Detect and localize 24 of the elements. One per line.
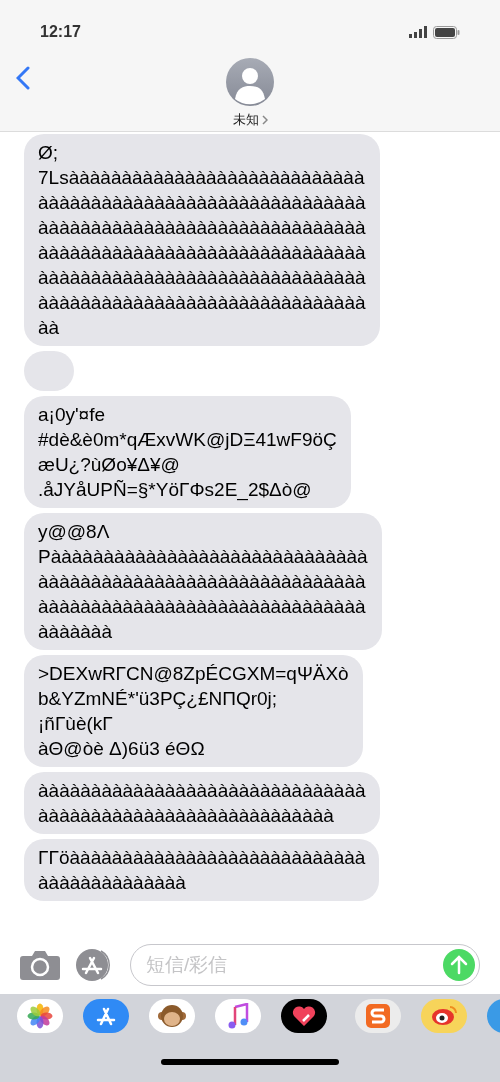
- message-bubble: a¡0y'¤fe #dè&è0m*qÆxvWK@jDΞ41wF9öÇ æU¿?ùØo¥Δ¥@ .åJYåUPÑ=§*YöΓΦs2E_2$Δò@: [24, 396, 351, 508]
- placeholder-text: 短信/彩信: [146, 952, 228, 977]
- status-time: 12:17: [40, 22, 81, 42]
- contact-name[interactable]: 未知: [232, 110, 268, 130]
- monkey-icon[interactable]: [149, 999, 195, 1033]
- message-bubble: >DEXwRΓCN@8ZpÉCGXM=qΨÄXò b&YZmNÉ*'ü3PÇ¿£NΠQr0j; ¡ñΓùè(kΓ àΘ@òè Δ)6ü3 éΘΩ: [24, 655, 363, 767]
- send-icon[interactable]: [443, 949, 475, 981]
- message-bubble: y@@8Λ Pàààààààààààààààààààààààààààààà ààààààààààààààààààààààààààààààà ààààààààààààààààààààààààààààààà ààààààà: [24, 513, 382, 650]
- app-store-icon[interactable]: [83, 999, 129, 1033]
- message-bubble: Ø; 7Lsàààààààààààààààààààààààààààà ààààààààààààààààààààààààààààààà ààààààààààààààààààààààààààààààà ààààààààààààààààààààààààààààààà ààààààààààààààààààààààààààààààà ààààààààààààààààààààààààààààààà àà: [24, 134, 380, 346]
- avatar-icon[interactable]: [226, 58, 274, 106]
- message-bubble: ààààààààààààààààààààààààààààààà àààààààààààààààààààààààààààà: [24, 772, 380, 834]
- squiggle-icon[interactable]: [355, 999, 401, 1033]
- photos-icon[interactable]: [17, 999, 63, 1033]
- signal-icon: [409, 26, 427, 38]
- battery-icon: [433, 25, 460, 39]
- empty-message-bubble: [24, 351, 74, 391]
- chevron-icon: [261, 114, 268, 125]
- music-note-icon[interactable]: [215, 999, 261, 1033]
- heart-icon[interactable]: [281, 999, 327, 1033]
- message-bubble: ΓΓöàààààààààààààààààààààààààààà àààààààààààààà: [24, 839, 380, 901]
- eye-icon[interactable]: [421, 999, 467, 1033]
- back-icon[interactable]: [16, 66, 30, 90]
- camera-icon[interactable]: [20, 950, 60, 980]
